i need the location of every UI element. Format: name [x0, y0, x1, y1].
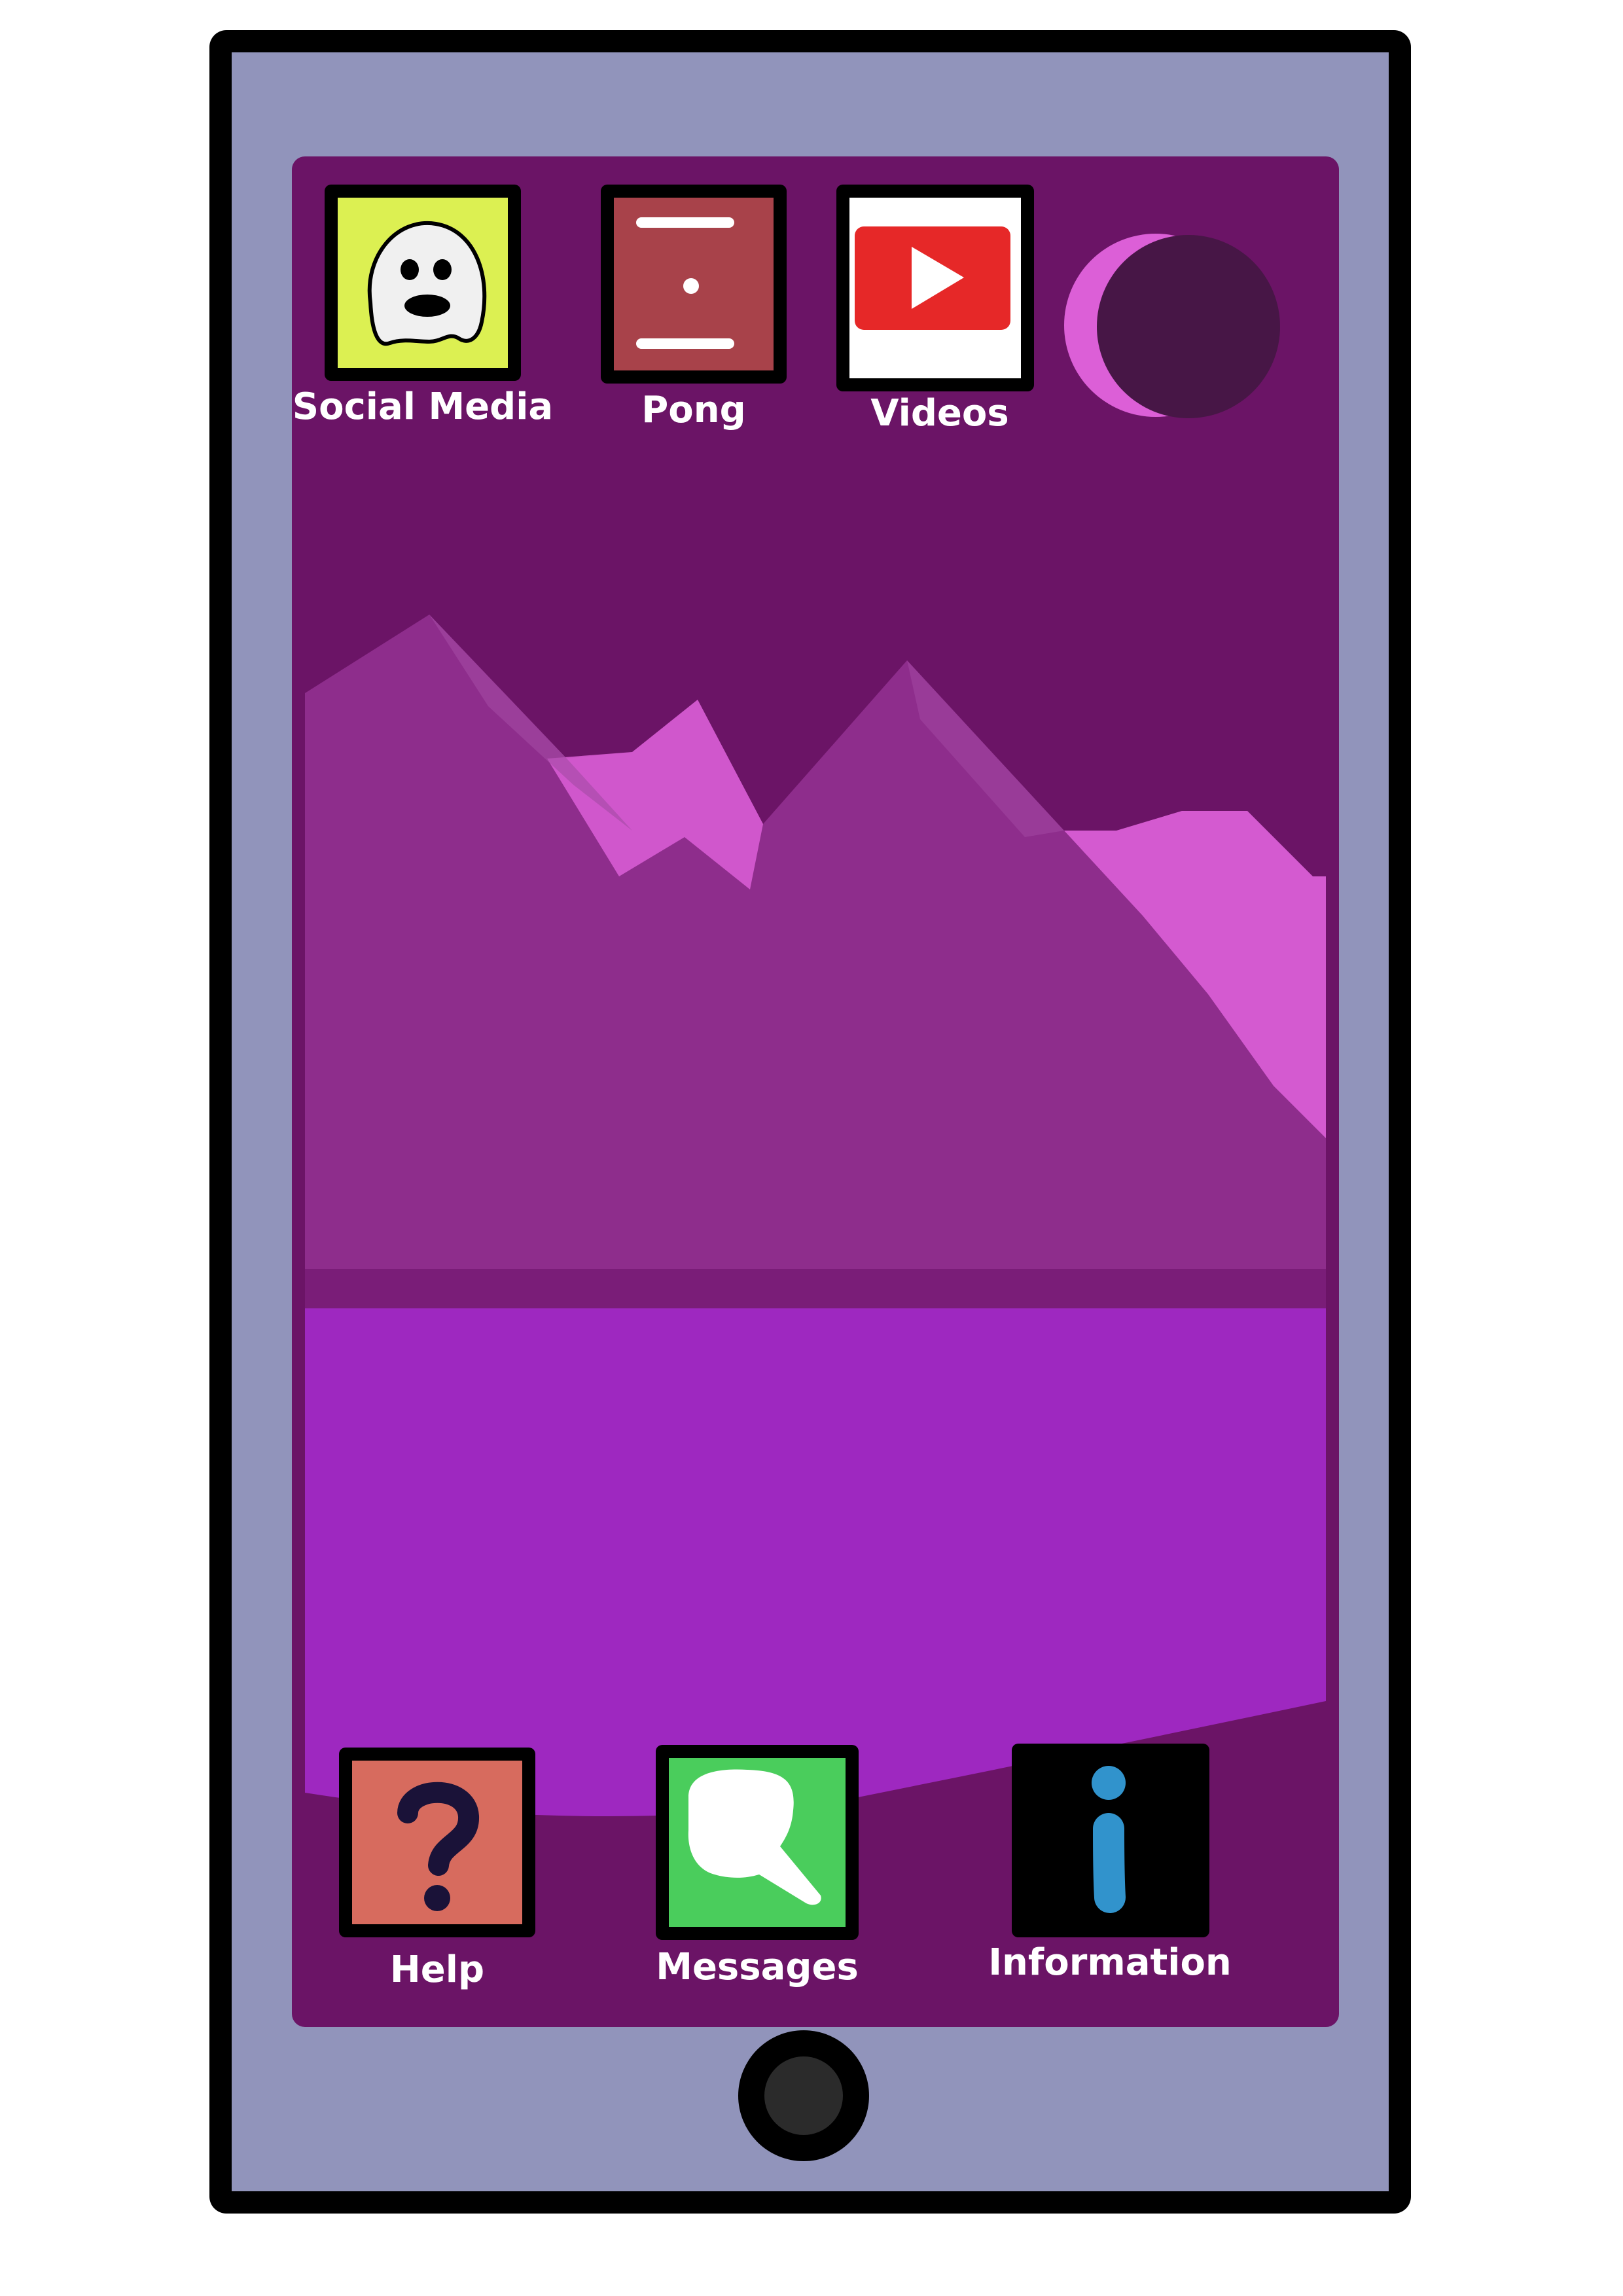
help-label: Help: [389, 1948, 485, 1991]
videos-tile: [836, 185, 1034, 391]
pong-tile: [601, 185, 787, 384]
home-button[interactable]: [738, 2030, 869, 2161]
info-icon: [1025, 1757, 1196, 1924]
social-media-tile: [325, 185, 521, 381]
shoreline: [305, 1269, 1326, 1315]
home-button-inner: [764, 2056, 843, 2135]
ghost-icon: [338, 198, 508, 368]
mountain-range: [305, 615, 1326, 1308]
lake: [305, 1308, 1326, 1816]
pong-icon: [614, 198, 774, 370]
question-mark-icon: [352, 1761, 522, 1924]
play-video-icon: [849, 198, 1021, 378]
videos-label: Videos: [870, 392, 1009, 435]
speech-bubble-icon: [669, 1758, 846, 1927]
messages-tile: [656, 1745, 859, 1940]
information-label: Information: [988, 1941, 1232, 1984]
help-tile: [339, 1748, 535, 1937]
information-tile: [1012, 1744, 1209, 1937]
messages-label: Messages: [656, 1946, 859, 1988]
